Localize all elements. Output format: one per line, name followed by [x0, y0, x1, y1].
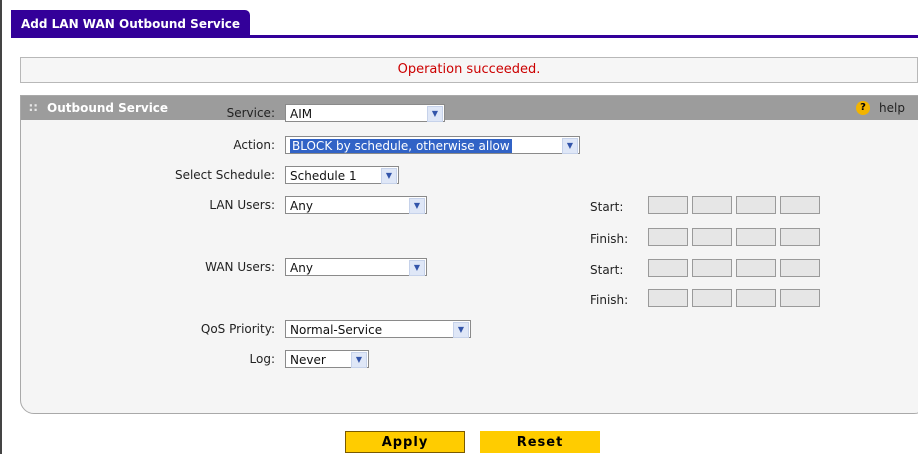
- chevron-down-icon: ▼: [562, 138, 578, 154]
- wan-start-ip-octet-3[interactable]: [736, 259, 776, 277]
- lan-finish-label: Finish:: [590, 232, 629, 246]
- lan-start-ip-octet-3[interactable]: [736, 196, 776, 214]
- select-schedule-label: Select Schedule:: [174, 168, 275, 182]
- lan-start-ip-octet-1[interactable]: [648, 196, 688, 214]
- chevron-down-icon: ▼: [409, 260, 425, 276]
- lan-users-label: LAN Users:: [209, 198, 275, 212]
- lan-users-select[interactable]: Any ▼: [285, 196, 427, 214]
- lan-start-ip-octet-4[interactable]: [780, 196, 820, 214]
- help-icon[interactable]: ?: [856, 101, 870, 115]
- chevron-down-icon: ▼: [351, 352, 367, 368]
- service-select[interactable]: AIM ▼: [285, 104, 445, 122]
- log-value: Never: [290, 353, 326, 367]
- lan-finish-ip-octet-2[interactable]: [692, 228, 732, 246]
- action-value: BLOCK by schedule, otherwise allow: [290, 139, 512, 153]
- chevron-down-icon: ▼: [381, 168, 397, 184]
- lan-finish-ip-octet-3[interactable]: [736, 228, 776, 246]
- service-value: AIM: [290, 107, 313, 121]
- wan-users-select[interactable]: Any ▼: [285, 258, 427, 276]
- grip-icon: ∷: [29, 101, 38, 115]
- chevron-down-icon: ▼: [453, 322, 469, 338]
- log-select[interactable]: Never ▼: [285, 350, 369, 368]
- action-select[interactable]: BLOCK by schedule, otherwise allow ▼: [285, 136, 580, 154]
- left-border: [0, 0, 2, 454]
- lan-finish-ip-octet-1[interactable]: [648, 228, 688, 246]
- wan-finish-ip-octet-3[interactable]: [736, 289, 776, 307]
- lan-finish-ip-octet-4[interactable]: [780, 228, 820, 246]
- qos-priority-label: QoS Priority:: [200, 322, 275, 336]
- wan-start-label: Start:: [590, 263, 624, 277]
- lan-start-ip-octet-2[interactable]: [692, 196, 732, 214]
- wan-start-ip-octet-4[interactable]: [780, 259, 820, 277]
- schedule-select[interactable]: Schedule 1 ▼: [285, 166, 399, 184]
- log-label: Log:: [249, 352, 275, 366]
- wan-finish-ip-octet-2[interactable]: [692, 289, 732, 307]
- qos-priority-value: Normal-Service: [290, 323, 383, 337]
- schedule-value: Schedule 1: [290, 169, 357, 183]
- service-label: Service:: [226, 106, 275, 120]
- status-message: Operation succeeded.: [20, 57, 918, 83]
- reset-button[interactable]: Reset: [480, 431, 600, 453]
- help-link[interactable]: help: [879, 96, 905, 120]
- wan-users-label: WAN Users:: [205, 260, 275, 274]
- tab-add-lan-wan-outbound-service[interactable]: Add LAN WAN Outbound Service: [11, 10, 251, 36]
- chevron-down-icon: ▼: [427, 106, 443, 122]
- tab-underline: [11, 35, 918, 38]
- apply-button[interactable]: Apply: [345, 431, 465, 453]
- lan-start-label: Start:: [590, 200, 624, 214]
- wan-start-ip-octet-2[interactable]: [692, 259, 732, 277]
- qos-priority-select[interactable]: Normal-Service ▼: [285, 320, 471, 338]
- action-label: Action:: [233, 138, 275, 152]
- chevron-down-icon: ▼: [409, 198, 425, 214]
- lan-users-value: Any: [290, 199, 313, 213]
- wan-finish-ip-octet-4[interactable]: [780, 289, 820, 307]
- wan-users-value: Any: [290, 261, 313, 275]
- wan-start-ip-octet-1[interactable]: [648, 259, 688, 277]
- wan-finish-ip-octet-1[interactable]: [648, 289, 688, 307]
- wan-finish-label: Finish:: [590, 293, 629, 307]
